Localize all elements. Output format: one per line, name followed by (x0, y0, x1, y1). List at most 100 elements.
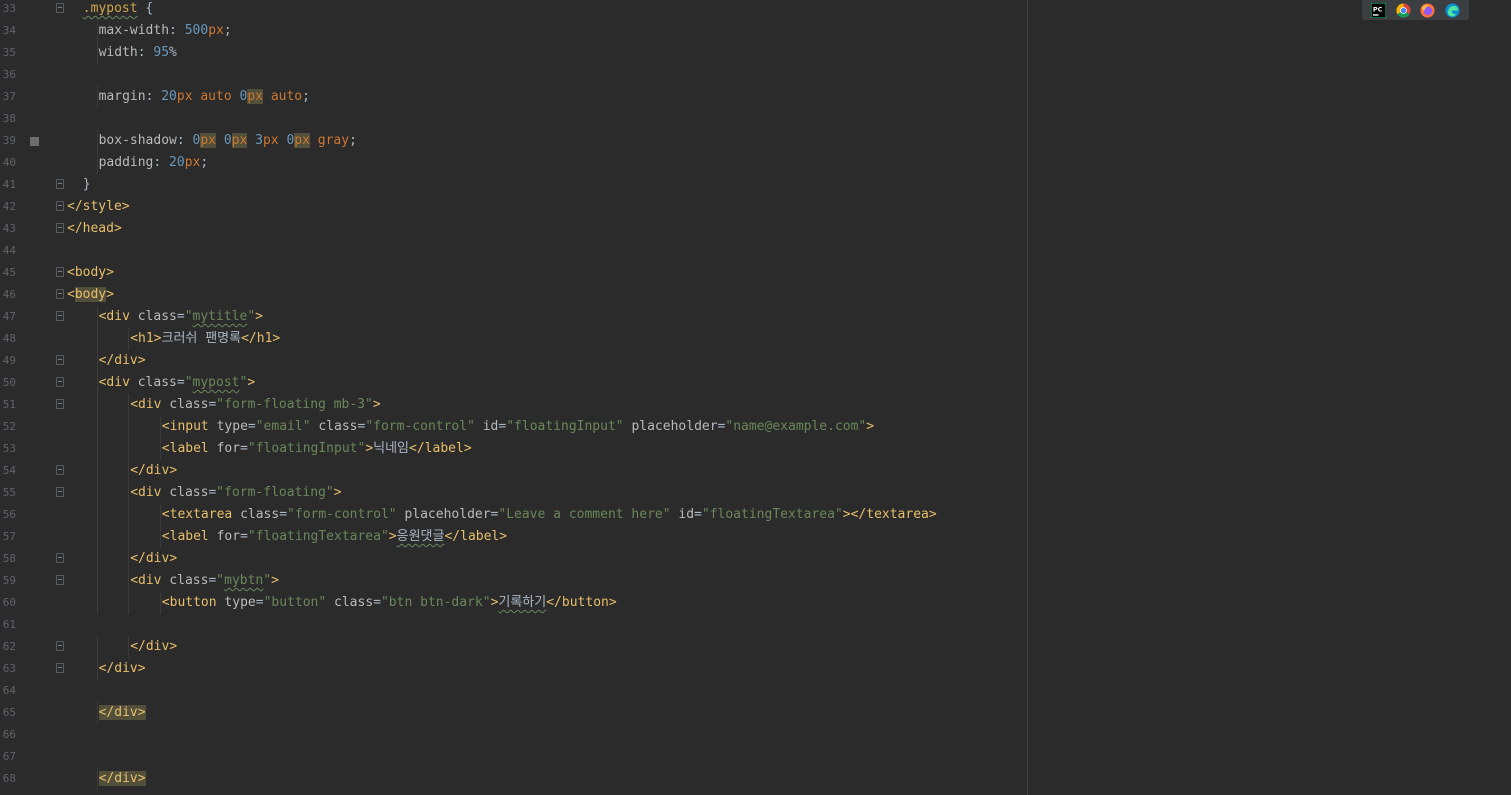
code-token: : (176, 133, 193, 148)
fold-toggle-icon[interactable] (56, 201, 64, 211)
code-line[interactable]: 44 (0, 240, 1027, 262)
code-line[interactable]: 49 </div> (0, 350, 1027, 372)
code-line[interactable]: 66 (0, 724, 1027, 746)
fold-toggle-icon[interactable] (56, 487, 64, 497)
edge-icon[interactable] (1445, 2, 1460, 18)
code-text[interactable]: <body> (67, 284, 114, 306)
code-line[interactable]: 52 <input type="email" class="form-contro… (0, 416, 1027, 438)
gutter-marker-icon[interactable] (30, 137, 39, 146)
fold-toggle-icon[interactable] (56, 311, 64, 321)
code-line[interactable]: 46 <body> (0, 284, 1027, 306)
code-token: class (169, 573, 209, 588)
code-line[interactable]: 62 </div> (0, 636, 1027, 658)
code-token: : (153, 155, 170, 170)
code-text[interactable]: </div> (99, 658, 146, 680)
code-text[interactable]: width: 95% (99, 42, 177, 64)
code-text[interactable]: <input type="email" class="form-control"… (162, 416, 874, 438)
code-token: mytitle (192, 309, 248, 324)
code-line[interactable]: 33 .mypost { (0, 0, 1027, 20)
code-line[interactable]: 34 max-width: 500px; (0, 20, 1027, 42)
code-text[interactable]: box-shadow: 0px 0px 3px 0px gray; (99, 130, 357, 152)
code-text[interactable]: .mypost { (83, 0, 153, 20)
code-text[interactable]: <div class="mybtn"> (130, 570, 279, 592)
code-text[interactable]: <label for="floatingTextarea">응원댓글</labe… (162, 526, 507, 548)
code-line[interactable]: 41} (0, 174, 1027, 196)
code-token: type (216, 419, 248, 434)
code-line[interactable]: 47 <div class="mytitle"> (0, 306, 1027, 328)
code-line[interactable]: 57 <label for="floatingTextarea">응원댓글</la… (0, 526, 1027, 548)
code-line[interactable]: 63 </div> (0, 658, 1027, 680)
code-text[interactable]: <div class="mypost"> (99, 372, 256, 394)
fold-toggle-icon[interactable] (56, 399, 64, 409)
fold-toggle-icon[interactable] (56, 267, 64, 277)
fold-toggle-icon[interactable] (56, 641, 64, 651)
code-line[interactable]: 45 <body> (0, 262, 1027, 284)
line-number: 38 (2, 112, 16, 125)
fold-toggle-icon[interactable] (56, 377, 64, 387)
code-text[interactable]: <label for="floatingInput">닉네임</label> (162, 438, 472, 460)
code-text[interactable]: <div class="form-floating mb-3"> (130, 394, 380, 416)
indent-guide (96, 570, 98, 592)
code-text[interactable]: </div> (98, 768, 146, 790)
code-line[interactable]: 64 (0, 680, 1027, 702)
code-text[interactable]: </div> (130, 460, 177, 482)
code-line[interactable]: 67 (0, 746, 1027, 768)
chrome-icon[interactable] (1396, 2, 1411, 18)
code-text[interactable]: <body> (67, 262, 114, 284)
code-text[interactable]: <textarea class="form-control" placehold… (162, 504, 937, 526)
code-token: > (247, 375, 256, 390)
code-text[interactable]: </div> (130, 548, 177, 570)
code-line[interactable]: 55 <div class="form-floating"> (0, 482, 1027, 504)
code-text[interactable]: </div> (99, 350, 146, 372)
code-text[interactable]: padding: 20px; (99, 152, 209, 174)
indent-guide (96, 482, 98, 504)
code-editor[interactable]: 33 .mypost {34 max-width: 500px; 35 width: 9… (0, 0, 1511, 795)
code-line[interactable]: 54 </div> (0, 460, 1027, 482)
code-line[interactable]: 58 </div> (0, 548, 1027, 570)
fold-toggle-icon[interactable] (56, 355, 64, 365)
code-text[interactable]: </div> (98, 702, 146, 724)
fold-toggle-icon[interactable] (56, 3, 64, 13)
code-line[interactable]: 37 margin: 20px auto 0px auto; (0, 86, 1027, 108)
fold-toggle-icon[interactable] (56, 223, 64, 233)
code-text[interactable]: </div> (130, 636, 177, 658)
fold-toggle-icon[interactable] (56, 575, 64, 585)
code-text[interactable]: <div class="mytitle"> (99, 306, 263, 328)
code-line[interactable]: 61 (0, 614, 1027, 636)
code-line[interactable]: 59 <div class="mybtn"> (0, 570, 1027, 592)
code-line[interactable]: 36 (0, 64, 1027, 86)
code-token: <label (161, 441, 217, 456)
fold-toggle-icon[interactable] (56, 179, 64, 189)
code-text[interactable]: <h1>크러쉬 팬명록</h1> (130, 328, 280, 350)
code-line[interactable]: 38 (0, 108, 1027, 130)
code-line[interactable]: 60 <button type="button" class="btn btn-d… (0, 592, 1027, 614)
line-number: 42 (2, 200, 16, 213)
code-token: "name@example.com" (725, 419, 867, 434)
code-text[interactable]: } (83, 174, 91, 196)
code-text[interactable]: margin: 20px auto 0px auto; (99, 86, 310, 108)
code-line[interactable]: 40 padding: 20px; (0, 152, 1027, 174)
fold-toggle-icon[interactable] (56, 663, 64, 673)
code-line[interactable]: 50 <div class="mypost"> (0, 372, 1027, 394)
fold-toggle-icon[interactable] (56, 289, 64, 299)
code-token: "form-control" (287, 507, 397, 522)
code-line[interactable]: 42 </style> (0, 196, 1027, 218)
fold-toggle-icon[interactable] (56, 465, 64, 475)
fold-toggle-icon[interactable] (56, 553, 64, 563)
code-line[interactable]: 48 <h1>크러쉬 팬명록</h1> (0, 328, 1027, 350)
firefox-icon[interactable] (1420, 2, 1435, 18)
code-text[interactable]: max-width: 500px; (99, 20, 232, 42)
code-line[interactable]: 39 box-shadow: 0px 0px 3px 0px gray; (0, 130, 1027, 152)
code-line[interactable]: 53 <label for="floatingInput">닉네임</label> (0, 438, 1027, 460)
code-line[interactable]: 43 </head> (0, 218, 1027, 240)
code-line[interactable]: 51 <div class="form-floating mb-3"> (0, 394, 1027, 416)
code-text[interactable]: </head> (67, 218, 122, 240)
code-line[interactable]: 65 </div> (0, 702, 1027, 724)
code-line[interactable]: 68 </div> (0, 768, 1027, 790)
pycharm-icon[interactable]: PC (1370, 2, 1386, 18)
code-text[interactable]: <button type="button" class="btn btn-dar… (162, 592, 617, 614)
code-text[interactable]: <div class="form-floating"> (130, 482, 341, 504)
code-text[interactable]: </style> (67, 196, 130, 218)
code-line[interactable]: 35 width: 95% (0, 42, 1027, 64)
code-line[interactable]: 56 <textarea class="form-control" placeho… (0, 504, 1027, 526)
